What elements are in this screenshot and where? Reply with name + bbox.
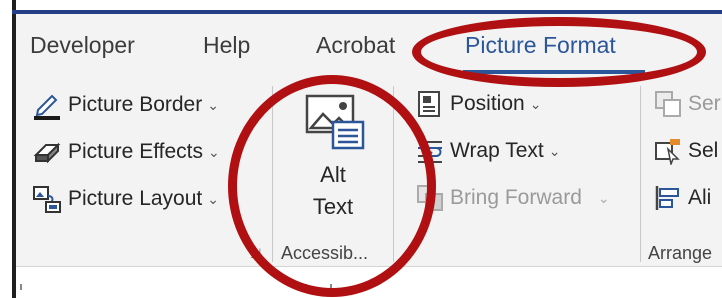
chevron-down-icon: ⌄ bbox=[529, 95, 542, 112]
position-icon bbox=[418, 91, 440, 117]
chevron-down-icon: ⌄ bbox=[208, 143, 220, 160]
chevron-down-icon: ⌄ bbox=[548, 142, 561, 159]
annotation-ellipse-tab bbox=[412, 17, 706, 87]
annotation-ellipse-alt-text bbox=[228, 75, 436, 297]
chevron-down-icon: ⌄ bbox=[597, 189, 610, 206]
arrange-group-label: Arrange bbox=[648, 243, 713, 263]
chevron-down-icon: ⌄ bbox=[207, 190, 219, 207]
tab-acrobat[interactable]: Acrobat bbox=[316, 32, 395, 59]
tab-help[interactable]: Help bbox=[203, 32, 250, 59]
wrap-text-label: Wrap Text bbox=[450, 139, 544, 162]
align-icon bbox=[655, 186, 679, 210]
picture-border-label: Picture Border bbox=[68, 93, 203, 116]
send-backward-icon bbox=[655, 91, 681, 117]
bring-forward-button[interactable]: Bring Forward ⌄ bbox=[416, 184, 610, 212]
group-separator bbox=[640, 86, 641, 262]
picture-effects-label: Picture Effects bbox=[68, 140, 204, 163]
ruler-tick bbox=[20, 284, 22, 290]
chevron-down-icon: ⌄ bbox=[207, 96, 219, 113]
picture-border-button[interactable]: Picture Border ⌄ bbox=[32, 90, 219, 120]
wrap-text-button[interactable]: Wrap Text ⌄ bbox=[416, 137, 561, 165]
selection-pane-button[interactable]: Sel bbox=[654, 137, 718, 165]
align-label: Ali bbox=[688, 186, 712, 209]
send-backward-label: Ser bbox=[688, 92, 721, 115]
bring-forward-label: Bring Forward bbox=[450, 186, 582, 209]
selection-pane-label: Sel bbox=[688, 139, 719, 162]
align-button[interactable]: Ali bbox=[654, 184, 711, 212]
position-label: Position bbox=[450, 92, 525, 115]
picture-effects-icon bbox=[33, 142, 61, 164]
picture-layout-icon bbox=[33, 186, 61, 213]
picture-layout-button[interactable]: Picture Layout ⌄ bbox=[32, 184, 219, 214]
picture-layout-label: Picture Layout bbox=[68, 187, 203, 210]
tab-developer[interactable]: Developer bbox=[30, 32, 135, 59]
picture-border-icon bbox=[34, 94, 60, 120]
send-backward-button[interactable]: Ser bbox=[654, 90, 721, 118]
selection-pane-icon bbox=[655, 139, 680, 165]
position-button[interactable]: Position ⌄ bbox=[416, 90, 541, 118]
picture-effects-button[interactable]: Picture Effects ⌄ bbox=[32, 137, 220, 167]
